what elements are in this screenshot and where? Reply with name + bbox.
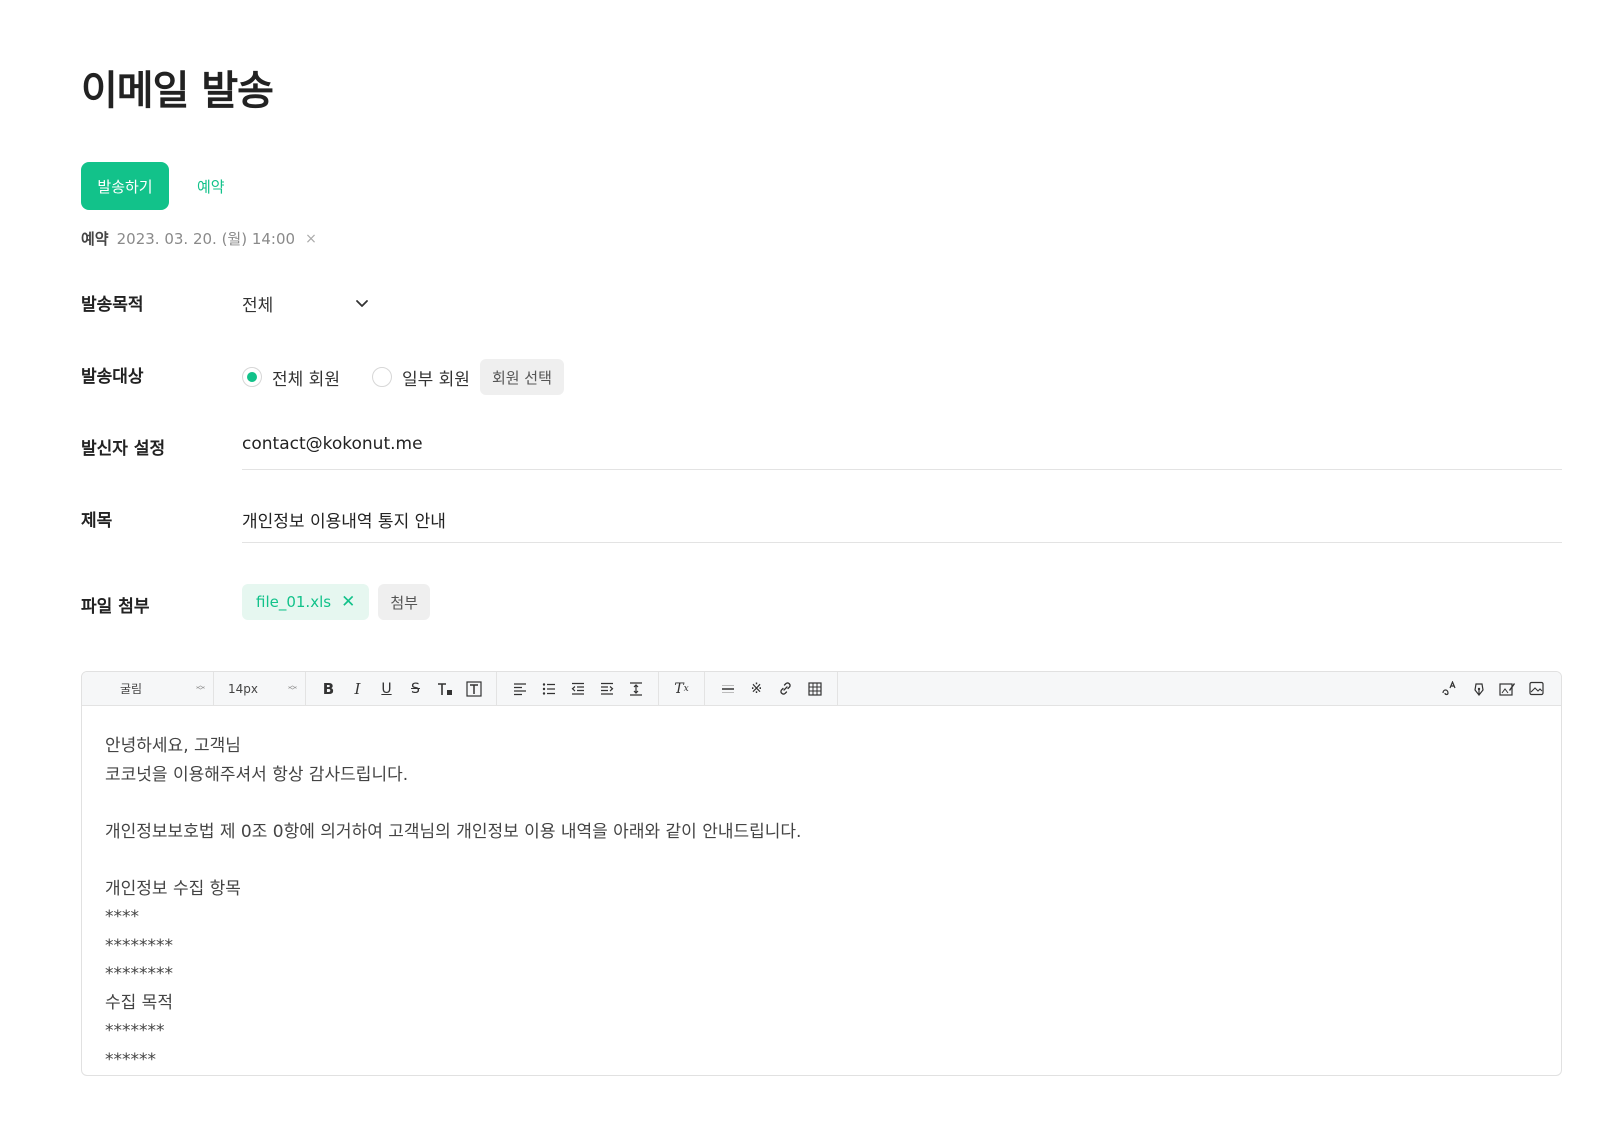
spinner-icon: ︿ ﹀	[287, 680, 297, 697]
toolbar-clear-group: Tx	[659, 672, 705, 706]
sender-label: 발신자 설정	[81, 439, 166, 459]
reserve-button[interactable]: 예약	[197, 176, 225, 197]
send-button[interactable]: 발송하기	[81, 162, 169, 210]
special-char-icon[interactable]: ※	[742, 676, 771, 702]
attachment-row: file_01.xls ✕ 첨부	[242, 584, 430, 620]
purpose-select-value: 전체	[242, 295, 274, 316]
spell-check-icon[interactable]	[1435, 676, 1464, 702]
radio-all-members[interactable]: 전체 회원	[242, 365, 340, 390]
page-title: 이메일 발송	[81, 68, 274, 114]
editor-line: 개인정보 수집 항목	[105, 878, 241, 899]
reservation-info: 예약 2023. 03. 20. (월) 14:00 ×	[81, 228, 317, 249]
edit-image-icon[interactable]	[1493, 676, 1522, 702]
target-label: 발송대상	[81, 367, 144, 387]
image-icon[interactable]	[1522, 676, 1551, 702]
toolbar-insert-group: ※	[705, 672, 838, 706]
table-icon[interactable]	[800, 676, 829, 702]
strikethrough-icon[interactable]: S	[401, 676, 430, 702]
editor-line: ********	[105, 935, 173, 956]
radio-selected-icon	[242, 367, 262, 387]
file-chip: file_01.xls ✕	[242, 584, 370, 620]
toolbar-paragraph-group	[497, 672, 659, 706]
editor-line: 수집 목적	[105, 992, 173, 1013]
line-height-icon[interactable]	[621, 676, 650, 702]
spinner-icon: ︿ ﹀	[195, 680, 205, 697]
purpose-select[interactable]: 전체	[242, 288, 370, 318]
editor-toolbar: 굴림 ︿ ﹀ 14px ︿ ﹀ B I U S T x ※	[82, 672, 1561, 706]
font-size-select[interactable]: 14px ︿ ﹀	[214, 672, 306, 706]
rich-text-editor: 굴림 ︿ ﹀ 14px ︿ ﹀ B I U S T x ※ 안녕하세요, 고객님…	[81, 671, 1562, 1076]
chevron-down-icon	[356, 300, 368, 307]
radio-unselected-icon	[371, 367, 392, 387]
horizontal-rule-icon[interactable]	[713, 676, 742, 702]
reservation-datetime: 2023. 03. 20. (월) 14:00	[116, 230, 296, 248]
indent-icon[interactable]	[592, 676, 621, 702]
text-color-icon[interactable]	[430, 676, 459, 702]
editor-line: 코코넛을 이용해주셔서 항상 감사드립니다.	[105, 764, 409, 785]
font-family-value: 굴림	[120, 682, 143, 696]
member-select-button[interactable]: 회원 선택	[479, 359, 564, 395]
editor-line: ******	[105, 1049, 156, 1070]
signature-icon[interactable]	[1464, 676, 1493, 702]
bold-icon[interactable]: B	[314, 676, 343, 702]
font-size-value: 14px	[228, 681, 258, 696]
italic-icon[interactable]: I	[343, 676, 372, 702]
radio-some-members[interactable]: 일부 회원	[371, 365, 470, 390]
clear-reservation-icon[interactable]: ×	[305, 231, 317, 247]
font-family-select[interactable]: 굴림 ︿ ﹀	[82, 672, 214, 706]
purpose-label: 발송목적	[81, 295, 144, 315]
link-icon[interactable]	[771, 676, 800, 702]
reservation-label: 예약	[81, 230, 109, 248]
editor-line: ********	[105, 964, 173, 984]
attachment-label: 파일 첨부	[81, 597, 150, 617]
subject-label: 제목	[81, 511, 113, 531]
outdent-icon[interactable]	[563, 676, 592, 702]
editor-line: ****	[105, 907, 139, 927]
editor-line: *******	[105, 1021, 165, 1041]
toolbar-format-group: B I U S	[306, 672, 497, 706]
target-radio-group: 전체 회원 일부 회원 회원 선택	[242, 358, 564, 396]
subject-field[interactable]: 개인정보 이용내역 통지 안내	[242, 499, 1562, 543]
align-left-icon[interactable]	[505, 676, 534, 702]
sender-field[interactable]: contact@kokonut.me	[242, 426, 1562, 470]
editor-line: 개인정보보호법 제 0조 0항에 의거하여 고객님의 개인정보 이용 내역을 아…	[105, 821, 802, 842]
underline-icon[interactable]: U	[372, 676, 401, 702]
clear-format-icon[interactable]: Tx	[667, 676, 696, 702]
editor-line: 안녕하세요, 고객님	[105, 736, 241, 756]
editor-content[interactable]: 안녕하세요, 고객님코코넛을 이용해주셔서 항상 감사드립니다. 개인정보보호법 …	[82, 706, 1561, 1075]
toolbar-extra-group	[1435, 676, 1561, 702]
text-background-icon[interactable]	[459, 676, 488, 702]
attach-button[interactable]: 첨부	[378, 584, 430, 620]
bullet-list-icon[interactable]	[534, 676, 563, 702]
radio-all-members-label: 전체 회원	[272, 369, 340, 390]
remove-file-icon[interactable]: ✕	[341, 592, 355, 612]
radio-some-members-label: 일부 회원	[401, 369, 470, 390]
action-row: 발송하기 예약	[81, 162, 225, 210]
file-name: file_01.xls	[256, 593, 332, 611]
